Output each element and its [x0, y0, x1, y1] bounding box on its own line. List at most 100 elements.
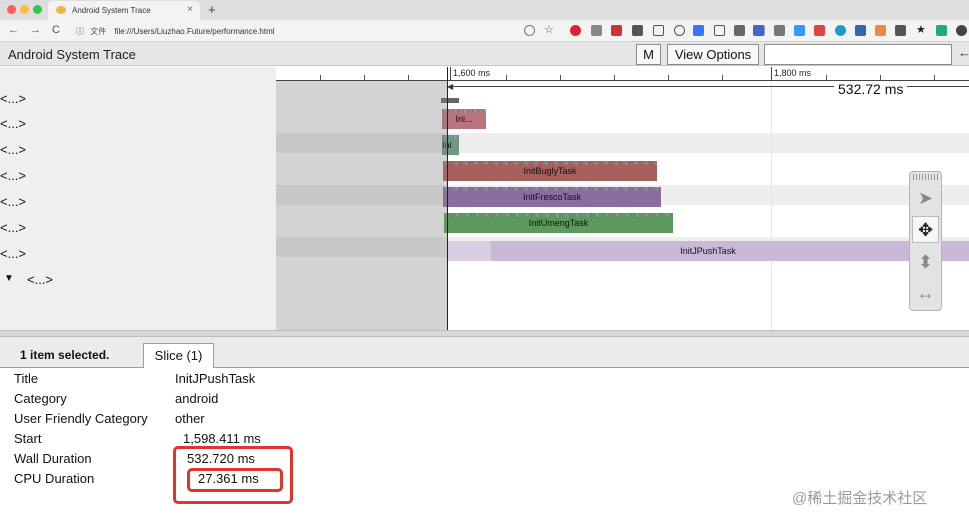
time-cursor-line[interactable] — [447, 67, 448, 330]
slice-initjpushtask-selected[interactable]: InitJPushTask — [447, 241, 969, 261]
selection-count: 1 item selected. — [20, 348, 110, 362]
extension-m-icon[interactable] — [936, 25, 947, 36]
detail-key: Title — [14, 371, 39, 386]
slice-init-1[interactable]: Ini... — [442, 109, 486, 129]
tab-slice[interactable]: Slice (1) — [143, 343, 214, 369]
track-label[interactable]: <...> — [0, 142, 276, 157]
ruler-tick — [722, 75, 723, 80]
back-arrow-icon[interactable]: ← — [958, 45, 969, 60]
extension-v-icon[interactable] — [714, 25, 725, 36]
track-label[interactable]: <...> — [0, 168, 276, 183]
track-label: <...> — [27, 272, 54, 287]
ruler-tick — [506, 75, 507, 80]
timing-tool-icon[interactable]: ↔ — [912, 280, 939, 307]
ruler-tick — [668, 75, 669, 80]
zoom-icon[interactable] — [524, 25, 535, 36]
slice-label: InitFrescoTask — [522, 192, 582, 202]
extension-star-icon[interactable]: ★ — [916, 25, 927, 36]
track-label[interactable]: <...> — [0, 220, 276, 235]
ruler-tick — [408, 75, 409, 80]
url-scheme-label: 文件 — [90, 27, 107, 36]
address-bar: ← → C ⓘ 文件 file:///Users/Liuzhao.Future/… — [0, 20, 969, 42]
trace-header: Android System Trace M View Options ← — [0, 42, 969, 66]
extension-cloud-icon[interactable] — [674, 25, 685, 36]
slice-specks — [443, 161, 657, 165]
track-labels-panel: <...> <...> <...> <...> <...> <...> <...… — [0, 67, 276, 330]
slice-label: InitBuglyTask — [523, 166, 577, 176]
browser-tab[interactable]: Android System Trace × — [48, 1, 200, 20]
ruler-tick — [934, 75, 935, 80]
bookmark-star-icon[interactable]: ☆ — [544, 25, 555, 36]
expand-triangle-icon[interactable]: ▼ — [4, 273, 14, 284]
app-title: Android System Trace — [8, 47, 136, 62]
new-tab-button[interactable]: + — [208, 2, 216, 17]
slice-specks — [443, 187, 661, 191]
slice-specks — [442, 109, 486, 113]
timeline-panel[interactable]: 1,600 ms 1,800 ms ◀ 532.72 ms Ini... Ini… — [276, 67, 969, 330]
time-ruler[interactable]: 1,600 ms 1,800 ms — [276, 67, 969, 81]
tab-close-icon[interactable]: × — [187, 4, 193, 15]
panel-splitter[interactable] — [0, 330, 969, 337]
extension-r-icon[interactable] — [814, 25, 825, 36]
extension-pocket-icon[interactable] — [632, 25, 643, 36]
ruler-tick — [560, 75, 561, 80]
drag-grip-icon[interactable] — [913, 174, 938, 180]
close-window-button[interactable] — [7, 5, 16, 14]
extension-circle-icon[interactable] — [835, 25, 846, 36]
extension-s-icon[interactable] — [794, 25, 805, 36]
detail-key: User Friendly Category — [14, 411, 148, 426]
ruler-major-tick — [771, 67, 772, 80]
ruler-label-1800: 1,800 ms — [774, 68, 812, 78]
detail-value: InitJPushTask — [175, 371, 256, 386]
track-label[interactable]: <...> — [0, 116, 276, 131]
reload-icon[interactable]: C — [52, 24, 60, 36]
ruler-label-1600: 1,600 ms — [453, 68, 491, 78]
view-options-button[interactable]: View Options — [667, 44, 759, 65]
select-tool-icon[interactable]: ➤ — [912, 185, 939, 212]
extension-mail-icon[interactable] — [591, 25, 602, 36]
detail-key: Wall Duration — [14, 451, 92, 466]
track-label[interactable]: <...> — [0, 246, 276, 261]
url-field[interactable]: ⓘ 文件 file:///Users/Liuzhao.Future/perfor… — [76, 26, 275, 37]
pan-tool-icon[interactable]: ✥ — [912, 216, 939, 243]
maximize-window-button[interactable] — [33, 5, 42, 14]
detail-key: CPU Duration — [14, 471, 95, 486]
extension-red-icon[interactable] — [611, 25, 622, 36]
extension-arrow-icon[interactable] — [774, 25, 785, 36]
slice-initumengtask[interactable]: InitUmengTask — [444, 213, 673, 233]
extension-new-icon[interactable] — [693, 25, 704, 36]
forward-icon[interactable]: → — [30, 24, 41, 36]
url-text: file:///Users/Liuzhao.Future/performance… — [114, 27, 275, 36]
extension-grid-icon[interactable] — [734, 25, 745, 36]
extension-zh-icon[interactable] — [855, 25, 866, 36]
slice-label: InitUmengTask — [528, 218, 589, 228]
tool-palette: ➤ ✥ ⬍ ↔ — [909, 171, 942, 311]
search-input[interactable] — [764, 44, 952, 65]
track-label[interactable]: <...> — [0, 194, 276, 209]
out-of-range-shade — [276, 81, 447, 330]
slice-initfrescotask[interactable]: InitFrescoTask — [443, 187, 661, 207]
slice-label: InitJPushTask — [680, 246, 736, 256]
slice-initbuglytask[interactable]: InitBuglyTask — [443, 161, 657, 181]
extension-people-icon[interactable] — [956, 25, 967, 36]
extension-abp-icon[interactable] — [570, 25, 581, 36]
zoom-tool-icon[interactable]: ⬍ — [912, 249, 939, 276]
extension-check-icon[interactable] — [653, 25, 664, 36]
extension-rss-icon[interactable] — [895, 25, 906, 36]
grid-line — [771, 81, 772, 330]
detail-value: android — [175, 391, 219, 406]
metadata-button[interactable]: M — [636, 44, 661, 65]
minimize-window-button[interactable] — [20, 5, 29, 14]
track-label[interactable]: <...> — [0, 91, 276, 103]
selection-bar: 1 item selected. Slice (1) — [0, 337, 969, 369]
ruler-tick — [364, 75, 365, 80]
ruler-tick — [880, 75, 881, 80]
ruler-tick — [614, 75, 615, 80]
measure-duration-label: 532.72 ms — [834, 81, 908, 97]
back-icon[interactable]: ← — [8, 24, 19, 36]
detail-value: other — [175, 411, 205, 426]
slice-specks — [444, 213, 673, 217]
extension-color-icon[interactable] — [875, 25, 886, 36]
extension-blue-icon[interactable] — [753, 25, 764, 36]
browser-tab-bar: Android System Trace × + — [0, 0, 969, 20]
